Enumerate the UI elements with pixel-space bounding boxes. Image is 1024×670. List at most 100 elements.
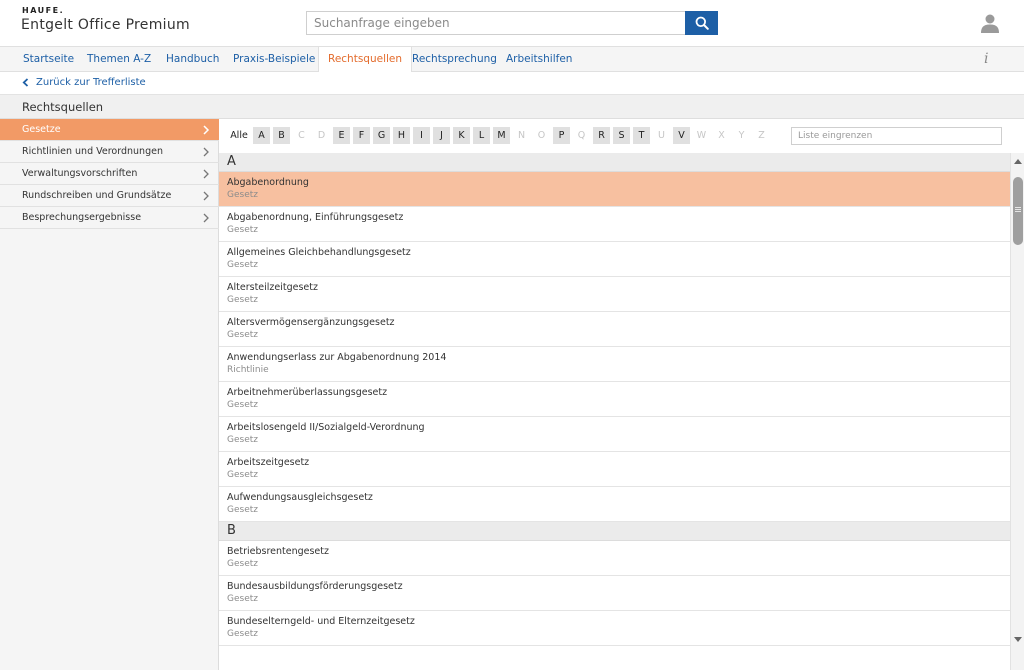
sidebar-item-besprechungsergebnisse[interactable]: Besprechungsergebnisse [0, 207, 219, 229]
group-header-a: A [219, 153, 1010, 172]
back-to-results-link[interactable]: Zurück zur Trefferliste [22, 77, 146, 88]
chevron-right-icon [203, 191, 209, 201]
list-item-type: Gesetz [227, 330, 258, 340]
alpha-letter-e[interactable]: E [333, 127, 350, 144]
list-item[interactable]: Arbeitnehmerüberlassungsgesetz Gesetz [219, 382, 1010, 417]
list-item[interactable]: Allgemeines Gleichbehandlungsgesetz Gese… [219, 242, 1010, 277]
chevron-left-icon [22, 78, 29, 87]
list-item-title: Anwendungserlass zur Abgabenordnung 2014 [227, 352, 447, 363]
nav-item-themen-a-z[interactable]: Themen A-Z [78, 47, 160, 72]
alpha-letter-z: Z [758, 130, 765, 141]
list-item[interactable]: Bundeselterngeld- und Elternzeitgesetz G… [219, 611, 1010, 646]
list-item-title: Arbeitszeitgesetz [227, 457, 310, 468]
list-item[interactable]: Abgabenordnung, Einführungsgesetz Gesetz [219, 207, 1010, 242]
scroll-up-arrow-icon[interactable] [1014, 159, 1022, 164]
alpha-letter-k[interactable]: K [453, 127, 470, 144]
list-item-type: Gesetz [227, 559, 258, 569]
nav-item-rechtsquellen[interactable]: Rechtsquellen [318, 47, 413, 73]
list-item-type: Gesetz [227, 435, 258, 445]
app-header: HAUFE. Entgelt Office Premium [0, 0, 1024, 46]
chevron-right-icon [203, 213, 209, 223]
group-header-b: B [219, 522, 1010, 541]
grip-icon [1015, 207, 1021, 212]
list-item-title: Altersvermögensergänzungsgesetz [227, 317, 395, 328]
product-title[interactable]: Entgelt Office Premium [21, 17, 190, 33]
list-item-title: Abgabenordnung [227, 177, 309, 188]
alpha-letter-t[interactable]: T [633, 127, 650, 144]
search-button[interactable] [685, 11, 718, 35]
alpha-letter-o: O [537, 130, 546, 141]
alpha-letter-u: U [658, 130, 665, 141]
publisher-logo[interactable]: HAUFE. [22, 6, 64, 15]
section-title-bar: Rechtsquellen [0, 95, 1024, 119]
sidebar: Gesetze Richtlinien und Verordnungen Ver… [0, 119, 219, 670]
nav-item-rechtsprechung[interactable]: Rechtsprechung [403, 47, 506, 72]
list-item-title: Arbeitnehmerüberlassungsgesetz [227, 387, 388, 398]
alpha-letter-m[interactable]: M [493, 127, 510, 144]
alpha-letter-a[interactable]: A [253, 127, 270, 144]
alpha-letter-r[interactable]: R [593, 127, 610, 144]
list-item-title: Arbeitslosengeld II/Sozialgeld-Verordnun… [227, 422, 425, 433]
list-item-type: Gesetz [227, 260, 258, 270]
scroll-thumb[interactable] [1013, 177, 1023, 245]
scroll-down-arrow-icon[interactable] [1014, 637, 1022, 642]
list-item-type: Gesetz [227, 400, 258, 410]
alpha-letter-b[interactable]: B [273, 127, 290, 144]
list-item-title: Abgabenordnung, Einführungsgesetz [227, 212, 404, 223]
alphabet-filter-bar: Alle A B C D E F G H I J K L M N O P Q R… [219, 119, 1024, 153]
alpha-all[interactable]: Alle [227, 127, 251, 144]
list-item-title: Betriebsrentengesetz [227, 546, 329, 557]
alpha-letter-f[interactable]: F [353, 127, 370, 144]
list-item[interactable]: Arbeitszeitgesetz Gesetz [219, 452, 1010, 487]
user-avatar-icon[interactable] [980, 13, 1000, 33]
alpha-letter-h[interactable]: H [393, 127, 410, 144]
alpha-letter-p[interactable]: P [553, 127, 570, 144]
list-item-type: Richtlinie [227, 365, 269, 375]
sidebar-item-gesetze[interactable]: Gesetze [0, 119, 219, 141]
list-item[interactable]: Aufwendungsausgleichsgesetz Gesetz [219, 487, 1010, 522]
list-item-type: Gesetz [227, 295, 258, 305]
sidebar-item-label: Rundschreiben und Grundsätze [22, 190, 172, 201]
alpha-letter-l[interactable]: L [473, 127, 490, 144]
nav-item-arbeitshilfen[interactable]: Arbeitshilfen [497, 47, 581, 72]
sidebar-item-label: Verwaltungsvorschriften [22, 168, 138, 179]
alpha-letter-q: Q [577, 130, 586, 141]
alpha-letter-x: X [718, 130, 725, 141]
nav-item-praxis-beispiele[interactable]: Praxis-Beispiele [224, 47, 324, 72]
back-row: Zurück zur Trefferliste [0, 72, 1024, 95]
info-icon[interactable]: i [984, 51, 988, 67]
alpha-letter-g[interactable]: G [373, 127, 390, 144]
list-item[interactable]: Arbeitslosengeld II/Sozialgeld-Verordnun… [219, 417, 1010, 452]
list-item[interactable]: Bundesausbildungsförderungsgesetz Gesetz [219, 576, 1010, 611]
sidebar-item-richtlinien[interactable]: Richtlinien und Verordnungen [0, 141, 219, 163]
search-icon [695, 16, 709, 30]
results-list: A Abgabenordnung Gesetz Abgabenordnung, … [219, 153, 1010, 670]
sidebar-item-rundschreiben[interactable]: Rundschreiben und Grundsätze [0, 185, 219, 207]
list-item[interactable]: Altersteilzeitgesetz Gesetz [219, 277, 1010, 312]
nav-item-handbuch[interactable]: Handbuch [157, 47, 228, 72]
list-item[interactable]: Abgabenordnung Gesetz [219, 172, 1010, 207]
list-item-type: Gesetz [227, 470, 258, 480]
list-item[interactable]: Altersvermögensergänzungsgesetz Gesetz [219, 312, 1010, 347]
alpha-letter-c: C [298, 130, 305, 141]
sidebar-item-label: Gesetze [22, 124, 61, 135]
list-item-title: Aufwendungsausgleichsgesetz [227, 492, 373, 503]
search-input[interactable] [306, 11, 686, 35]
alpha-letter-i[interactable]: I [413, 127, 430, 144]
filter-list-input[interactable] [791, 127, 1002, 145]
alpha-letter-s[interactable]: S [613, 127, 630, 144]
sidebar-item-verwaltungsvorschriften[interactable]: Verwaltungsvorschriften [0, 163, 219, 185]
list-scrollbar[interactable] [1010, 153, 1024, 670]
list-item-type: Gesetz [227, 594, 258, 604]
alpha-letter-y: Y [738, 130, 745, 141]
alpha-letter-v[interactable]: V [673, 127, 690, 144]
list-item[interactable]: Betriebsrentengesetz Gesetz [219, 541, 1010, 576]
list-item-type: Gesetz [227, 505, 258, 515]
alpha-letter-j[interactable]: J [433, 127, 450, 144]
group-letter: A [227, 154, 236, 169]
page-title: Rechtsquellen [22, 100, 104, 114]
nav-item-startseite[interactable]: Startseite [14, 47, 83, 72]
list-item[interactable]: Anwendungserlass zur Abgabenordnung 2014… [219, 347, 1010, 382]
chevron-right-icon [203, 125, 210, 135]
group-letter: B [227, 523, 236, 538]
